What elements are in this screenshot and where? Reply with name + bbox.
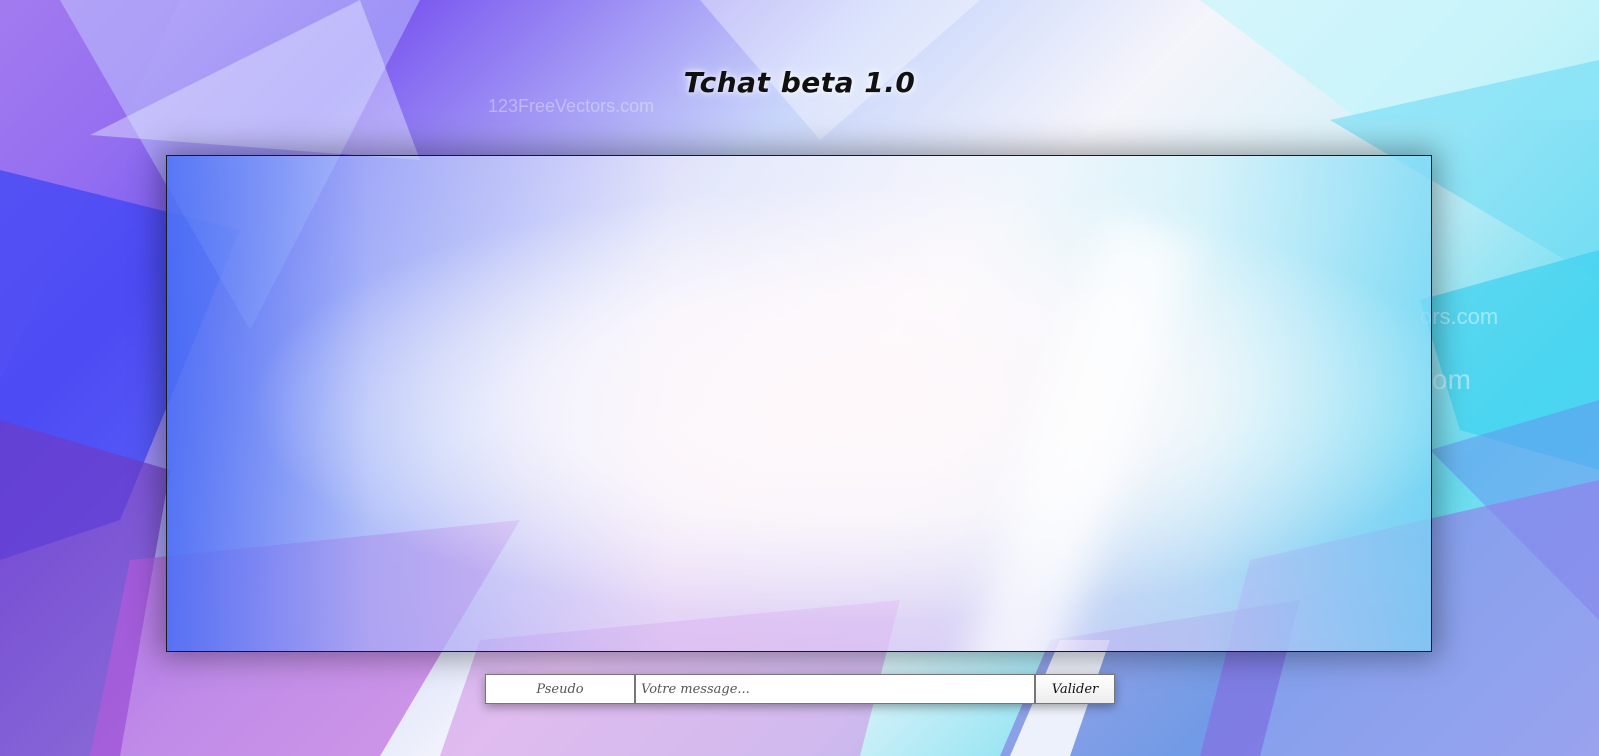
watermark-text: 123FreeVectors.com [488, 96, 655, 116]
watermark-text: om [1432, 364, 1471, 395]
message-form: Valider [485, 674, 1115, 704]
chat-messages-panel[interactable] [166, 155, 1432, 652]
page-title: Tchat beta 1.0 [683, 66, 916, 99]
message-input[interactable] [635, 674, 1035, 704]
submit-button[interactable]: Valider [1035, 674, 1115, 704]
pseudo-input[interactable] [485, 674, 635, 704]
